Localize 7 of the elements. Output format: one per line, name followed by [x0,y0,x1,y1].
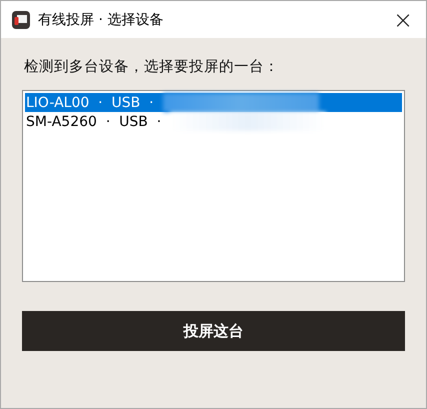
device-list[interactable]: LIO-AL00 · USB · SM-A5260 · USB · [22,90,405,282]
cast-button[interactable]: 投屏这台 [22,311,405,351]
window-title: 有线投屏 · 选择设备 [38,10,164,28]
prompt-text: 检测到多台设备，选择要投屏的一台： [24,58,280,77]
app-icon [12,10,30,28]
device-item[interactable]: SM-A5260 · USB · [26,114,170,130]
close-button[interactable]: × [380,1,426,38]
